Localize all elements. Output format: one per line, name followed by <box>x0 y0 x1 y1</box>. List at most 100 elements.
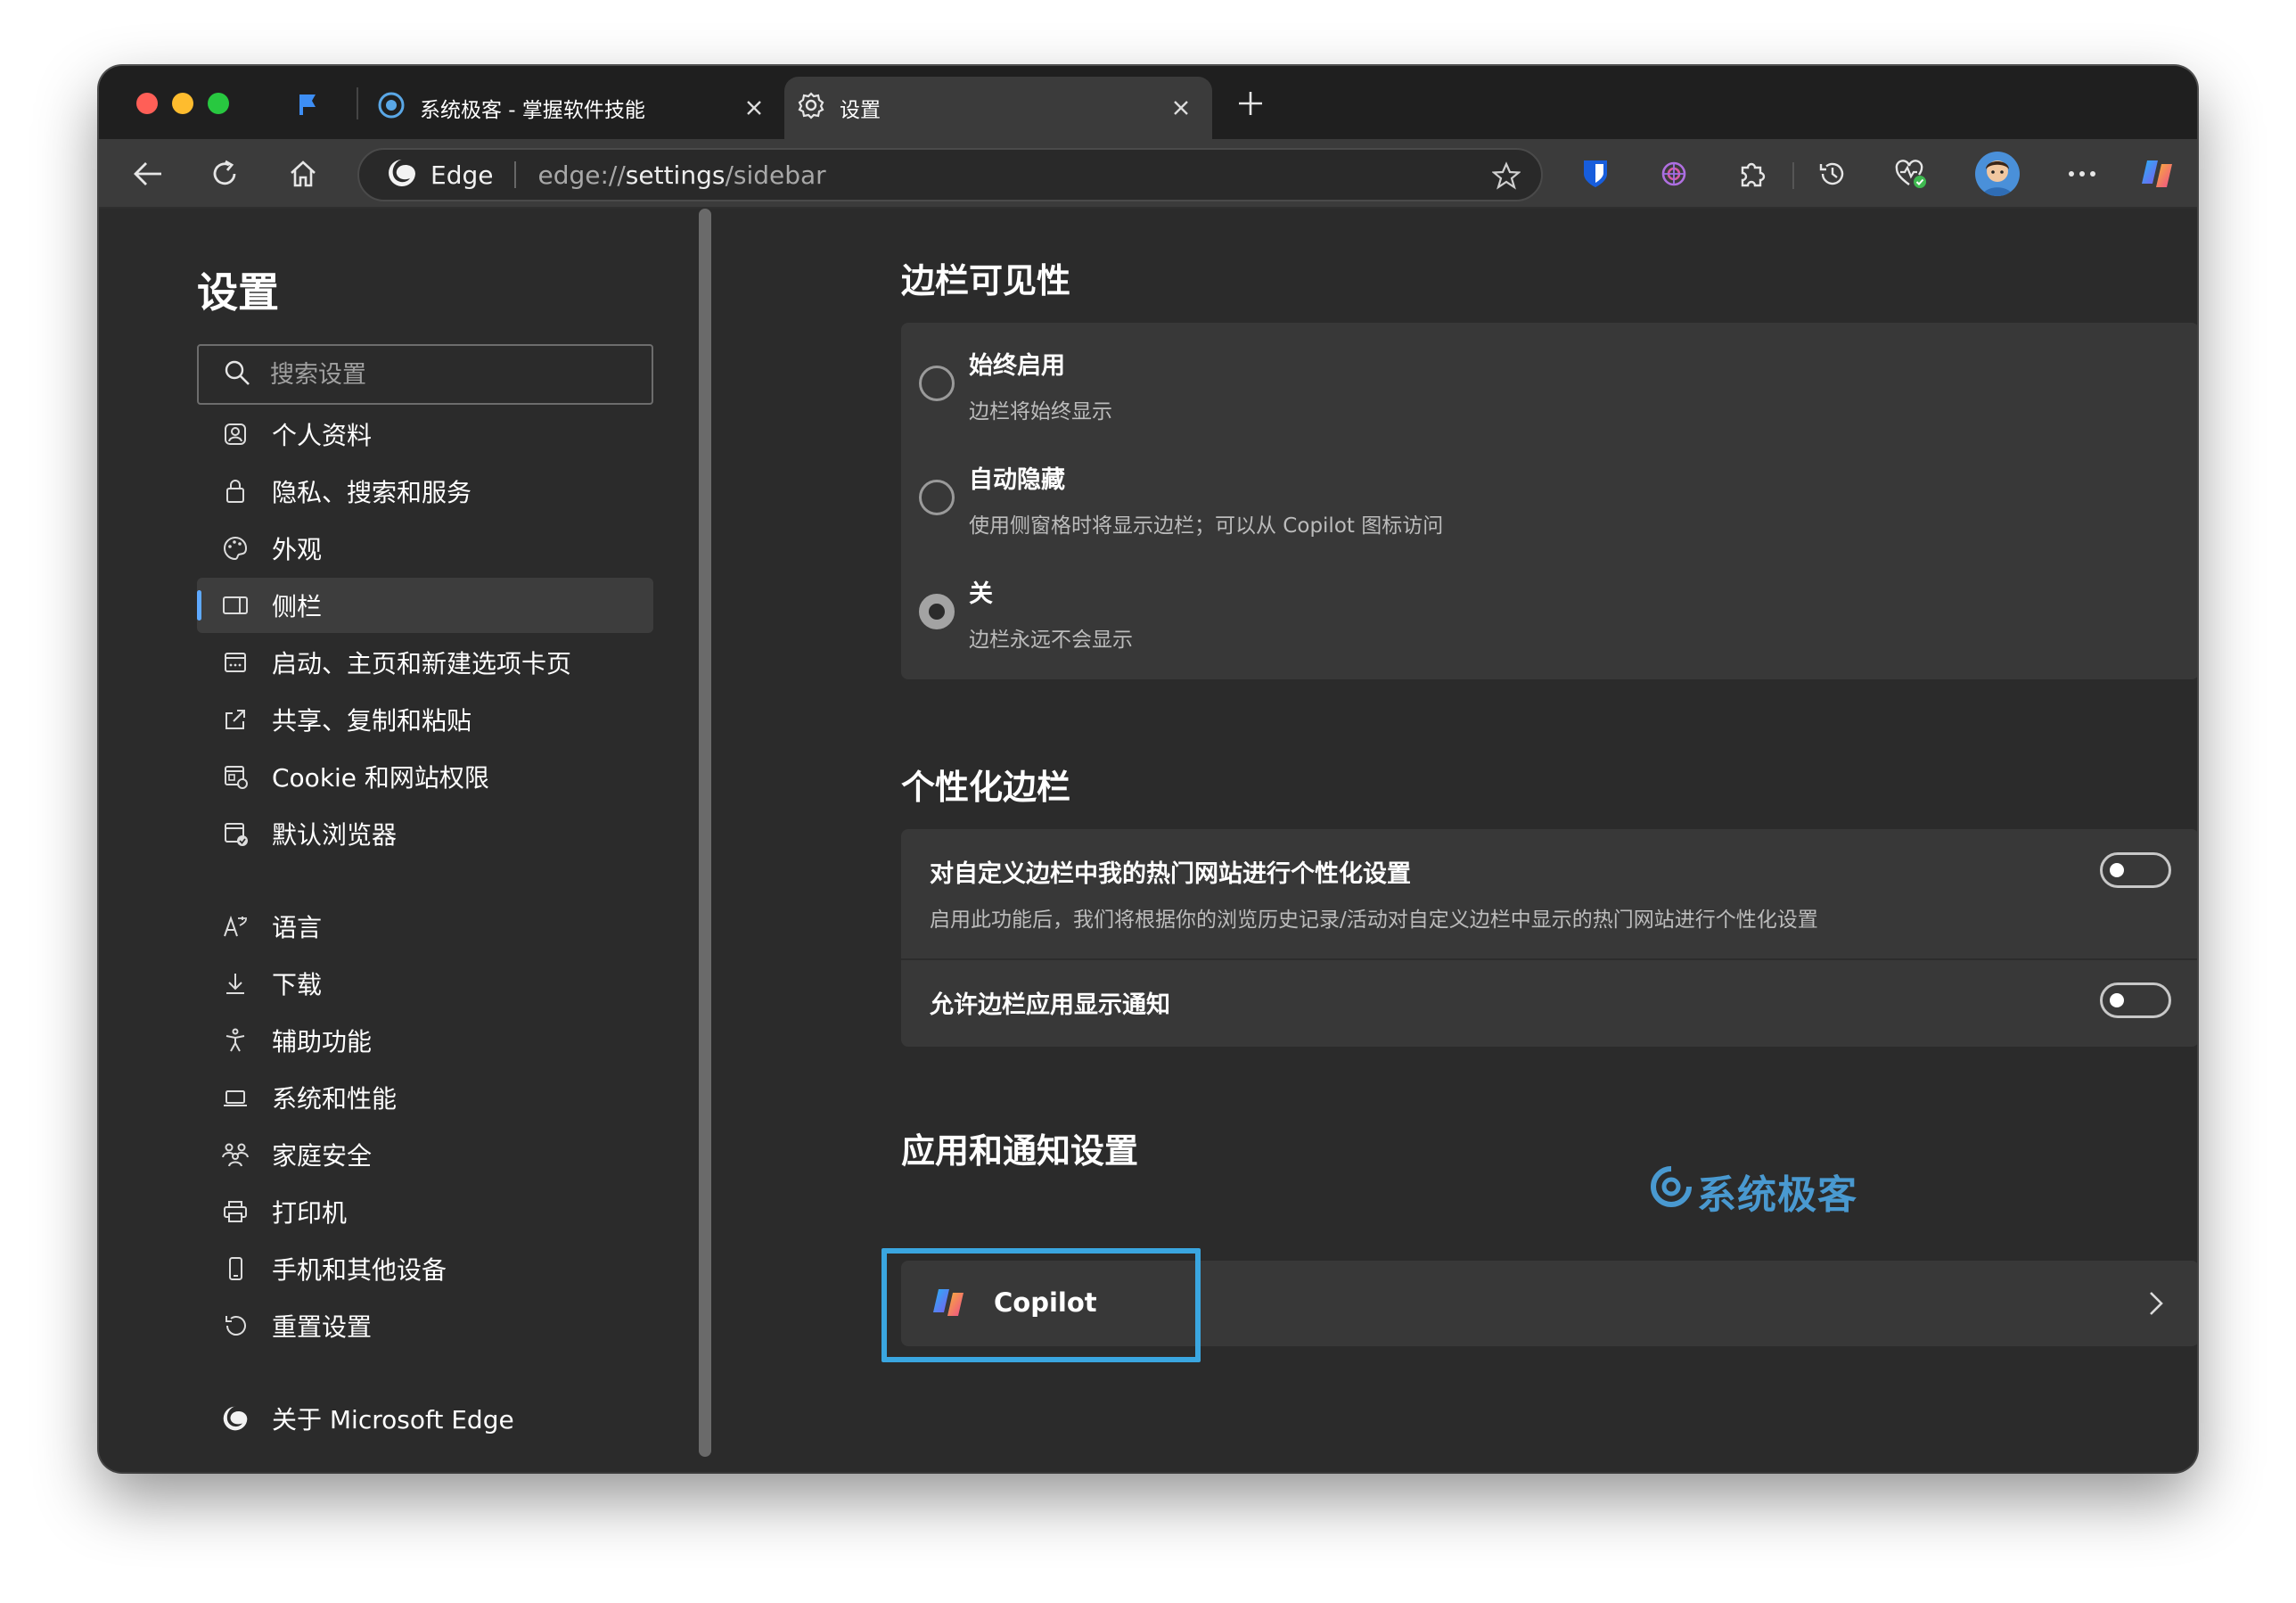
setting-description: 启用此功能后，我们将根据你的浏览历史记录/活动对自定义边栏中显示的热门网站进行个… <box>930 908 1818 932</box>
radio-auto-hide[interactable]: 自动隐藏 使用侧窗格时将显示边栏；可以从 Copilot 图标访问 <box>901 437 2197 551</box>
radio-description: 边栏永远不会显示 <box>969 629 1133 652</box>
printer-icon <box>220 1196 250 1227</box>
close-tab-icon[interactable] <box>1168 95 1194 121</box>
accessibility-icon <box>220 1025 250 1056</box>
default-browser-icon <box>220 818 250 849</box>
refresh-icon[interactable] <box>204 153 245 194</box>
home-page-icon <box>220 647 250 678</box>
sidebar-item-label: 共享、复制和粘贴 <box>272 706 472 736</box>
visibility-card: 始终启用 边栏将始终显示 自动隐藏 使用侧窗格时将显示边栏；可以从 Copilo… <box>901 323 2197 679</box>
sidebar-item-label: 启动、主页和新建选项卡页 <box>272 649 572 678</box>
sidebar-item-label: 辅助功能 <box>272 1027 373 1056</box>
sidebar-item-label: 手机和其他设备 <box>272 1255 447 1285</box>
sidebar-item-cookies[interactable]: Cookie 和网站权限 <box>197 749 653 804</box>
pinned-tab-flag-icon[interactable] <box>297 93 318 116</box>
sidebar-item-family[interactable]: 家庭安全 <box>197 1127 653 1182</box>
address-url[interactable]: edge://settings/sidebar <box>537 160 825 190</box>
search-box[interactable] <box>197 344 653 405</box>
cookie-icon <box>220 761 250 792</box>
watermark: 系统极客 <box>1645 1163 1857 1220</box>
palette-icon <box>220 533 250 563</box>
tab-strip: 系统极客 - 掌握软件技能 设置 <box>99 66 2197 139</box>
reset-icon <box>220 1311 250 1341</box>
sidebar-item-accessibility[interactable]: 辅助功能 <box>197 1013 653 1068</box>
sidebar-item-reset[interactable]: 重置设置 <box>197 1298 653 1353</box>
sidebar-item-label: 隐私、搜索和服务 <box>272 478 472 507</box>
sidebar-item-sidebar[interactable]: 侧栏 <box>197 578 653 633</box>
section-title-personalize: 个性化边栏 <box>901 768 1071 807</box>
notifications-toggle[interactable] <box>2100 982 2171 1018</box>
close-tab-icon[interactable] <box>741 95 767 121</box>
sidebar-item-appearance[interactable]: 外观 <box>197 521 653 576</box>
download-icon <box>220 968 250 999</box>
chevron-right-icon <box>2140 1287 2172 1319</box>
tab-title: 系统极客 - 掌握软件技能 <box>420 99 645 122</box>
close-window-button[interactable] <box>136 93 158 114</box>
sidebar-item-label: 关于 Microsoft Edge <box>272 1405 514 1434</box>
search-input[interactable] <box>270 360 644 389</box>
browser-essentials-icon[interactable] <box>1890 153 1931 194</box>
address-brand: Edge <box>430 160 494 190</box>
sidebar-item-label: 侧栏 <box>272 592 323 621</box>
radio-button-checked[interactable] <box>919 594 955 629</box>
radio-button[interactable] <box>919 366 955 401</box>
back-arrow-icon[interactable] <box>127 153 168 194</box>
radio-button[interactable] <box>919 480 955 515</box>
profile-avatar[interactable] <box>1975 152 2020 196</box>
sidebar-item-label: Cookie 和网站权限 <box>272 763 489 793</box>
section-title-apps: 应用和通知设置 <box>901 1131 1139 1171</box>
sidebar-item-label: 下载 <box>272 970 323 999</box>
highlight-annotation-box <box>882 1248 1201 1362</box>
tab-title: 设置 <box>840 99 881 122</box>
bitwarden-shield-icon[interactable] <box>1575 153 1616 194</box>
nav-scrollbar[interactable] <box>699 209 711 1457</box>
section-title-visibility: 边栏可见性 <box>901 261 1071 300</box>
phone-icon <box>220 1254 250 1284</box>
sidebar-item-default-browser[interactable]: 默认浏览器 <box>197 806 653 861</box>
address-bar[interactable]: Edge edge://settings/sidebar <box>357 148 1543 201</box>
home-icon[interactable] <box>283 153 324 194</box>
history-icon[interactable] <box>1812 153 1853 194</box>
sidebar-item-downloads[interactable]: 下载 <box>197 956 653 1011</box>
zoom-window-button[interactable] <box>208 93 229 114</box>
setting-row-top-sites: 对自定义边栏中我的热门网站进行个性化设置 启用此功能后，我们将根据你的浏览历史记… <box>901 829 2197 959</box>
family-icon <box>220 1139 250 1170</box>
sidebar-item-startup[interactable]: 启动、主页和新建选项卡页 <box>197 635 653 690</box>
sidebar-item-system[interactable]: 系统和性能 <box>197 1070 653 1125</box>
tab-xitongjike[interactable]: 系统极客 - 掌握软件技能 <box>357 77 785 139</box>
minimize-window-button[interactable] <box>172 93 193 114</box>
sidebar-item-privacy[interactable]: 隐私、搜索和服务 <box>197 464 653 519</box>
sidebar-item-printer[interactable]: 打印机 <box>197 1184 653 1239</box>
sidebar-item-about[interactable]: 关于 Microsoft Edge <box>197 1391 653 1446</box>
sidebar-icon <box>220 590 250 621</box>
new-tab-plus-icon[interactable] <box>1231 84 1270 123</box>
language-icon <box>220 911 250 941</box>
sidebar-item-share[interactable]: 共享、复制和粘贴 <box>197 692 653 747</box>
radio-label: 自动隐藏 <box>969 466 1065 494</box>
top-sites-toggle[interactable] <box>2100 852 2171 888</box>
radio-label: 始终启用 <box>969 352 1065 380</box>
copilot-icon[interactable] <box>2136 153 2177 194</box>
sidebar-item-language[interactable]: 语言 <box>197 899 653 954</box>
settings-content: 设置 个人资料 隐私、搜索和服务 外观 侧栏 <box>99 209 2197 1472</box>
personalize-card: 对自定义边栏中我的热门网站进行个性化设置 启用此功能后，我们将根据你的浏览历史记… <box>901 829 2197 1047</box>
search-icon <box>224 359 250 390</box>
radio-description: 边栏将始终显示 <box>969 400 1112 423</box>
radio-off[interactable]: 关 边栏永远不会显示 <box>901 551 2197 665</box>
radio-always-on[interactable]: 始终启用 边栏将始终显示 <box>901 323 2197 437</box>
radio-label: 关 <box>969 580 993 608</box>
more-options-icon[interactable] <box>2062 153 2103 194</box>
sidebar-item-profile[interactable]: 个人资料 <box>197 407 653 462</box>
sidebar-item-label: 语言 <box>272 913 323 942</box>
lock-icon <box>220 476 250 506</box>
chatgpt-extension-icon[interactable] <box>1653 153 1694 194</box>
sidebar-item-label: 重置设置 <box>272 1312 373 1342</box>
tab-settings[interactable]: 设置 <box>784 77 1212 139</box>
sidebar-item-phone[interactable]: 手机和其他设备 <box>197 1241 653 1296</box>
toolbar-divider <box>1792 162 1794 189</box>
sidebar-item-label: 家庭安全 <box>272 1141 373 1171</box>
setting-label: 对自定义边栏中我的热门网站进行个性化设置 <box>930 860 1411 888</box>
extensions-puzzle-icon[interactable] <box>1732 153 1773 194</box>
favorite-star-icon[interactable] <box>1488 157 1525 194</box>
setting-label: 允许边栏应用显示通知 <box>930 991 1170 1019</box>
